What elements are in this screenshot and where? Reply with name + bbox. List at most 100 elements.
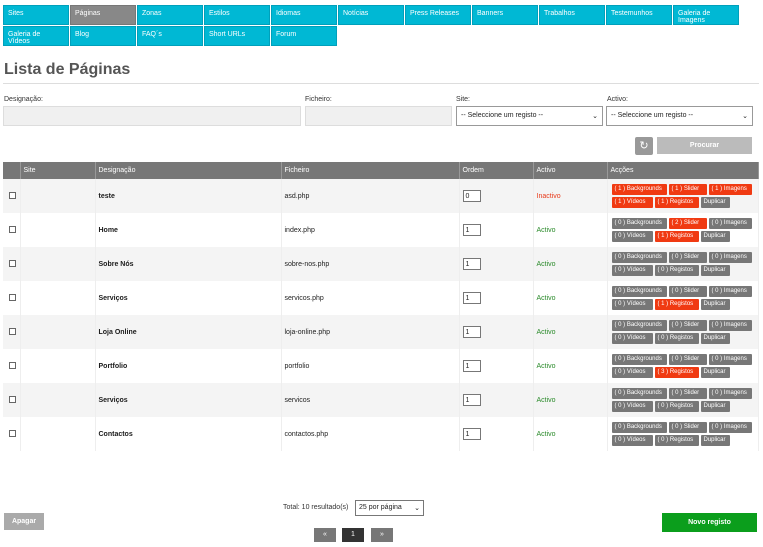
backgrounds-button[interactable]: ( 0 ) Backgrounds [611,388,667,399]
slider-button[interactable]: ( 0 ) Slider [668,286,707,297]
refresh-button[interactable]: ↻ [635,137,653,155]
imagens-button[interactable]: ( 1 ) Imagens [708,184,752,195]
imagens-button[interactable]: ( 0 ) Imagens [708,354,752,365]
status-toggle[interactable]: Activo [537,397,556,404]
backgrounds-button[interactable]: ( 0 ) Backgrounds [611,422,667,433]
status-toggle[interactable]: Activo [537,261,556,268]
nav-tab[interactable]: Notícias [338,5,404,25]
duplicar-button[interactable]: Duplicar [700,231,730,242]
designacao-link[interactable]: teste [99,193,115,200]
designacao-link[interactable]: Contactos [99,431,133,438]
status-toggle[interactable]: Activo [537,227,556,234]
imagens-button[interactable]: ( 0 ) Imagens [708,388,752,399]
novo-registo-button[interactable]: Novo registo [662,513,757,532]
ordem-input[interactable]: 1 [462,224,481,236]
prev-page-button[interactable]: « [314,528,336,542]
nav-tab[interactable]: Galeria de Vídeos [3,26,69,46]
row-checkbox[interactable] [9,327,16,335]
backgrounds-button[interactable]: ( 0 ) Backgrounds [611,320,667,331]
nav-tab[interactable]: Zonas [137,5,203,25]
ficheiro-input[interactable] [305,106,452,126]
designacao-link[interactable]: Portfolio [99,363,128,370]
registos-button[interactable]: ( 0 ) Registos [654,401,699,412]
slider-button[interactable]: ( 0 ) Slider [668,422,707,433]
duplicar-button[interactable]: Duplicar [700,197,730,208]
row-checkbox[interactable] [9,191,16,199]
nav-tab[interactable]: Sites [3,5,69,25]
duplicar-button[interactable]: Duplicar [700,367,730,378]
videos-button[interactable]: ( 0 ) Vídeos [611,401,653,412]
videos-button[interactable]: ( 0 ) Vídeos [611,265,653,276]
ordem-input[interactable]: 1 [462,428,481,440]
header-activo[interactable]: Activo [533,162,608,179]
registos-button[interactable]: ( 1 ) Registos [654,231,699,242]
designacao-input[interactable] [3,106,301,126]
imagens-button[interactable]: ( 0 ) Imagens [708,286,752,297]
nav-tab[interactable]: Páginas [70,5,136,25]
activo-select[interactable]: -- Seleccione um registo -- ⌄ [606,106,753,126]
registos-button[interactable]: ( 0 ) Registos [654,435,699,446]
registos-button[interactable]: ( 0 ) Registos [654,333,699,344]
ordem-input[interactable]: 0 [462,190,481,202]
nav-tab[interactable]: Forum [271,26,337,46]
imagens-button[interactable]: ( 0 ) Imagens [708,320,752,331]
registos-button[interactable]: ( 3 ) Registos [654,367,699,378]
designacao-link[interactable]: Home [99,227,118,234]
row-checkbox[interactable] [9,293,16,301]
row-checkbox[interactable] [9,259,16,267]
nav-tab[interactable]: Press Releases [405,5,471,25]
nav-tab[interactable]: FAQ´s [137,26,203,46]
per-page-select[interactable]: 25 por página ⌄ [355,500,424,516]
header-designacao[interactable]: Designação [95,162,282,179]
ordem-input[interactable]: 1 [462,394,481,406]
duplicar-button[interactable]: Duplicar [700,299,730,310]
row-checkbox[interactable] [9,361,16,369]
row-checkbox[interactable] [9,225,16,233]
nav-tab[interactable]: Banners [472,5,538,25]
nav-tab[interactable]: Blog [70,26,136,46]
videos-button[interactable]: ( 0 ) Vídeos [611,299,653,310]
header-ficheiro[interactable]: Ficheiro [281,162,460,179]
slider-button[interactable]: ( 0 ) Slider [668,320,707,331]
row-checkbox[interactable] [9,429,16,437]
backgrounds-button[interactable]: ( 0 ) Backgrounds [611,218,667,229]
header-site[interactable]: Site [20,162,96,179]
slider-button[interactable]: ( 2 ) Slider [668,218,707,229]
designacao-link[interactable]: Sobre Nós [99,261,134,268]
backgrounds-button[interactable]: ( 0 ) Backgrounds [611,354,667,365]
duplicar-button[interactable]: Duplicar [700,333,730,344]
videos-button[interactable]: ( 0 ) Vídeos [611,367,653,378]
ordem-input[interactable]: 1 [462,292,481,304]
header-ordem[interactable]: Ordem [459,162,534,179]
imagens-button[interactable]: ( 0 ) Imagens [708,218,752,229]
status-toggle[interactable]: Activo [537,363,556,370]
nav-tab[interactable]: Testemunhos [606,5,672,25]
duplicar-button[interactable]: Duplicar [700,265,730,276]
videos-button[interactable]: ( 0 ) Vídeos [611,333,653,344]
procurar-button[interactable]: Procurar [657,137,752,154]
registos-button[interactable]: ( 0 ) Registos [654,265,699,276]
registos-button[interactable]: ( 1 ) Registos [654,197,699,208]
videos-button[interactable]: ( 0 ) Vídeos [611,435,653,446]
slider-button[interactable]: ( 0 ) Slider [668,252,707,263]
backgrounds-button[interactable]: ( 0 ) Backgrounds [611,252,667,263]
ordem-input[interactable]: 1 [462,258,481,270]
nav-tab[interactable]: Estilos [204,5,270,25]
page-1-button[interactable]: 1 [342,528,364,542]
nav-tab[interactable]: Short URLs [204,26,270,46]
status-toggle[interactable]: Activo [537,295,556,302]
site-select[interactable]: -- Seleccione um registo -- ⌄ [456,106,603,126]
videos-button[interactable]: ( 1 ) Vídeos [611,197,653,208]
slider-button[interactable]: ( 1 ) Slider [668,184,707,195]
designacao-link[interactable]: Serviços [99,295,128,302]
ordem-input[interactable]: 1 [462,326,481,338]
status-toggle[interactable]: Inactivo [537,193,561,200]
imagens-button[interactable]: ( 0 ) Imagens [708,422,752,433]
status-toggle[interactable]: Activo [537,431,556,438]
registos-button[interactable]: ( 1 ) Registos [654,299,699,310]
videos-button[interactable]: ( 0 ) Vídeos [611,231,653,242]
imagens-button[interactable]: ( 0 ) Imagens [708,252,752,263]
duplicar-button[interactable]: Duplicar [700,401,730,412]
nav-tab[interactable]: Galeria de Imagens [673,5,739,25]
nav-tab[interactable]: Trabalhos [539,5,605,25]
